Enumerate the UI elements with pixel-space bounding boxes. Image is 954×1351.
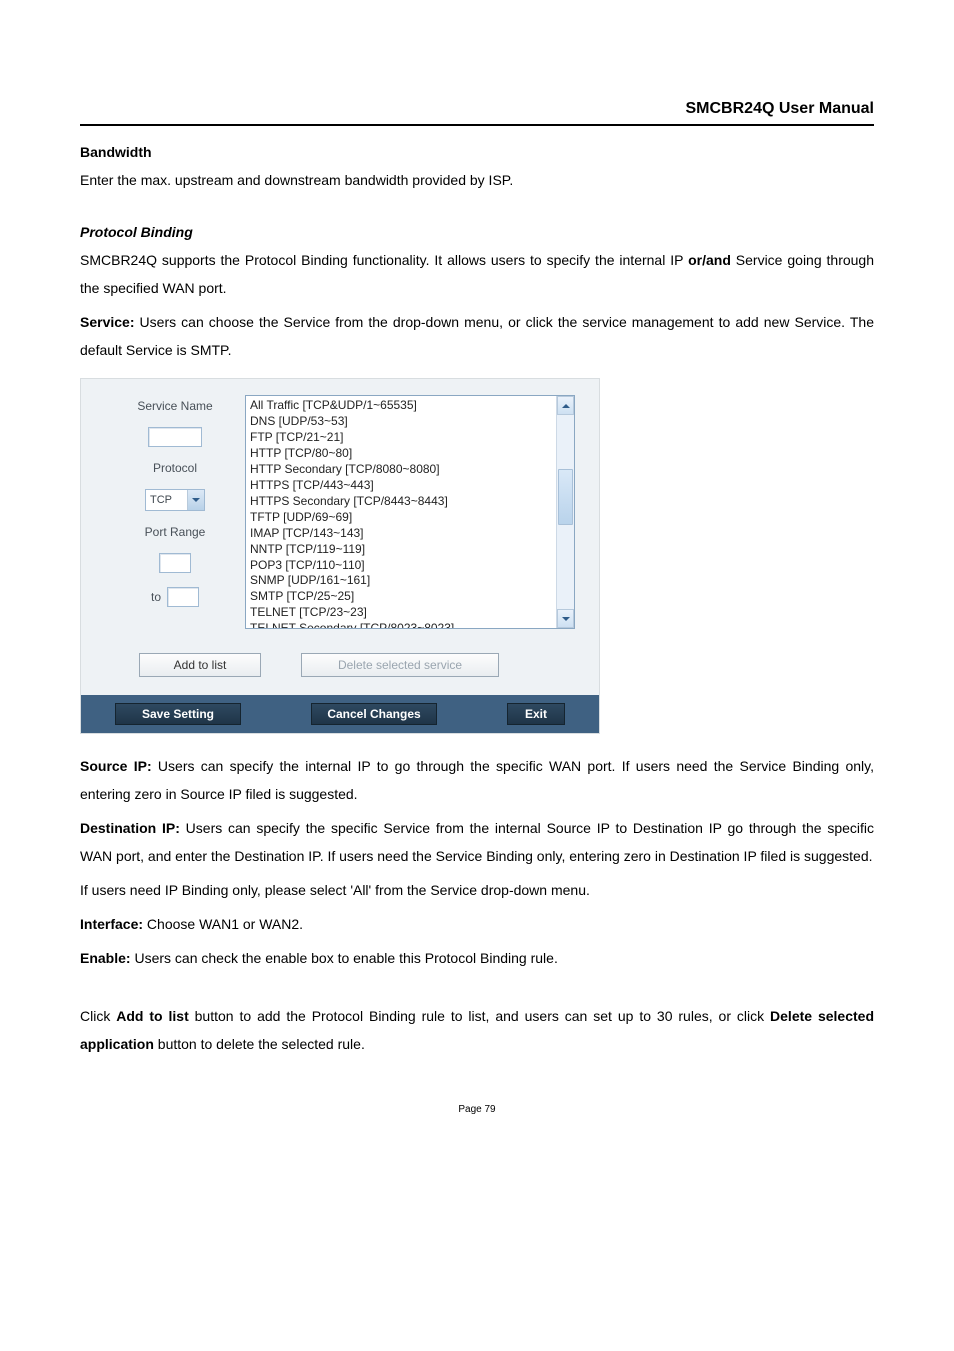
final-bold-1: Add to list [116, 1008, 188, 1024]
list-item[interactable]: HTTP [TCP/80~80] [250, 446, 552, 462]
list-item[interactable]: TELNET Secondary [TCP/8023~8023] [250, 621, 552, 628]
protocol-binding-intro: SMCBR24Q supports the Protocol Binding f… [80, 246, 874, 302]
page-number: Page 79 [80, 1104, 874, 1115]
interface-paragraph: Interface: Choose WAN1 or WAN2. [80, 910, 874, 938]
enable-paragraph: Enable: Users can check the enable box t… [80, 944, 874, 972]
label-port-range: Port Range [145, 525, 206, 539]
list-item[interactable]: HTTPS Secondary [TCP/8443~8443] [250, 494, 552, 510]
final-d: button to delete the selected rule. [154, 1036, 365, 1052]
dest-ip-paragraph: Destination IP: Users can specify the sp… [80, 814, 874, 870]
protocol-select[interactable]: TCP [145, 489, 205, 511]
list-item[interactable]: SNMP [UDP/161~161] [250, 573, 552, 589]
source-ip-label: Source IP: [80, 758, 152, 774]
port-range-from-input[interactable] [159, 553, 191, 573]
service-management-panel: Service Name Protocol TCP Port Range to [80, 378, 600, 734]
service-text: Users can choose the Service from the dr… [80, 314, 874, 358]
header-divider [80, 124, 874, 126]
panel-action-bar: Save Setting Cancel Changes Exit [81, 695, 599, 733]
scroll-down-button[interactable] [557, 609, 574, 628]
final-c: button to add the Protocol Binding rule … [189, 1008, 770, 1024]
chevron-up-icon [562, 404, 570, 408]
list-item[interactable]: POP3 [TCP/110~110] [250, 558, 552, 574]
source-ip-paragraph: Source IP: Users can specify the interna… [80, 752, 874, 808]
source-ip-text: Users can specify the internal IP to go … [80, 758, 874, 802]
bandwidth-heading: Bandwidth [80, 144, 874, 160]
save-setting-button[interactable]: Save Setting [115, 703, 241, 725]
delete-selected-button[interactable]: Delete selected service [301, 653, 499, 677]
list-item[interactable]: HTTPS [TCP/443~443] [250, 478, 552, 494]
list-item[interactable]: DNS [UDP/53~53] [250, 414, 552, 430]
chevron-down-icon [187, 490, 204, 510]
scroll-track[interactable] [557, 415, 574, 609]
label-protocol: Protocol [153, 461, 197, 475]
doc-title: SMCBR24Q User Manual [80, 100, 874, 118]
dest-ip-label: Destination IP: [80, 820, 180, 836]
enable-label: Enable: [80, 950, 131, 966]
service-label: Service: [80, 314, 134, 330]
protocol-value: TCP [146, 494, 187, 506]
list-item[interactable]: TELNET [TCP/23~23] [250, 605, 552, 621]
dest-ip-text: Users can specify the specific Service f… [80, 820, 874, 864]
service-paragraph: Service: Users can choose the Service fr… [80, 308, 874, 364]
list-item[interactable]: IMAP [TCP/143~143] [250, 526, 552, 542]
bandwidth-text: Enter the max. upstream and downstream b… [80, 166, 874, 194]
exit-button[interactable]: Exit [507, 703, 565, 725]
add-to-list-button[interactable]: Add to list [139, 653, 261, 677]
final-a: Click [80, 1008, 116, 1024]
list-item[interactable]: HTTP Secondary [TCP/8080~8080] [250, 462, 552, 478]
interface-label: Interface: [80, 916, 143, 932]
interface-text: Choose WAN1 or WAN2. [143, 916, 303, 932]
scroll-up-button[interactable] [557, 396, 574, 415]
service-list-items: All Traffic [TCP&UDP/1~65535] DNS [UDP/5… [246, 396, 556, 628]
service-name-input[interactable] [148, 427, 202, 447]
scroll-thumb[interactable] [558, 469, 573, 525]
list-item[interactable]: NNTP [TCP/119~119] [250, 542, 552, 558]
pb-intro-bold: or/and [688, 252, 731, 268]
chevron-down-icon [562, 617, 570, 621]
list-item[interactable]: TFTP [UDP/69~69] [250, 510, 552, 526]
label-to: to [151, 590, 161, 604]
enable-text: Users can check the enable box to enable… [131, 950, 558, 966]
ip-binding-note: If users need IP Binding only, please se… [80, 876, 874, 904]
service-listbox[interactable]: All Traffic [TCP&UDP/1~65535] DNS [UDP/5… [245, 395, 575, 629]
pb-intro-a: SMCBR24Q supports the Protocol Binding f… [80, 252, 688, 268]
protocol-binding-heading: Protocol Binding [80, 224, 874, 240]
port-range-to-input[interactable] [167, 587, 199, 607]
list-item[interactable]: All Traffic [TCP&UDP/1~65535] [250, 398, 552, 414]
listbox-scrollbar[interactable] [556, 396, 574, 628]
list-item[interactable]: FTP [TCP/21~21] [250, 430, 552, 446]
list-item[interactable]: SMTP [TCP/25~25] [250, 589, 552, 605]
label-service-name: Service Name [137, 399, 212, 413]
cancel-changes-button[interactable]: Cancel Changes [311, 703, 437, 725]
final-paragraph: Click Add to list button to add the Prot… [80, 1002, 874, 1058]
